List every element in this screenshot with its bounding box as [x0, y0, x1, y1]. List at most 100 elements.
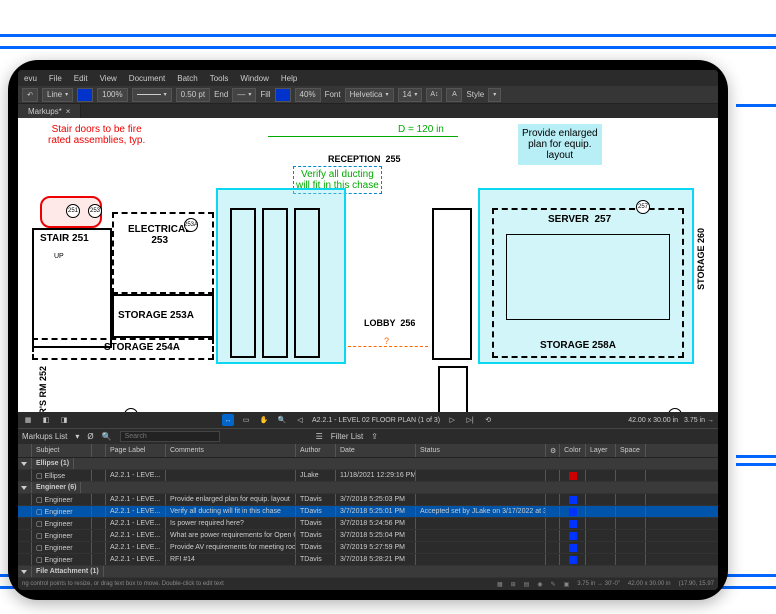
- decor-bar: [0, 34, 776, 37]
- panel-toggle-icon[interactable]: ▦: [22, 414, 34, 426]
- sb-icon[interactable]: ✎: [551, 581, 556, 588]
- col-author[interactable]: Author: [296, 444, 336, 457]
- cursor-icon[interactable]: ↔: [222, 414, 234, 426]
- dimension-line[interactable]: [268, 136, 458, 137]
- col-color[interactable]: Color: [560, 444, 586, 457]
- room-storage258a-label: STORAGE 258A: [540, 340, 616, 351]
- menu-document[interactable]: Document: [129, 74, 165, 83]
- group-row[interactable]: File Attachment (1): [18, 566, 718, 578]
- hint-text: ng control points to resize, or drag tex…: [22, 581, 224, 587]
- markup-row[interactable]: ▢ EngineerA2.2.1 - LEVE...What are power…: [18, 530, 718, 542]
- col-date[interactable]: Date: [336, 444, 416, 457]
- zoom-select[interactable]: 100%: [97, 88, 127, 102]
- zoom-icon[interactable]: 🔍: [276, 414, 288, 426]
- panel-icon-2[interactable]: ◨: [58, 414, 70, 426]
- text-color-icon[interactable]: A: [446, 88, 462, 102]
- document-tabs: Markups*×: [18, 104, 718, 118]
- col-page[interactable]: Page Label: [106, 444, 166, 457]
- decor-bar: [736, 455, 776, 458]
- tag-254a: 254A: [124, 408, 138, 412]
- menu-edit[interactable]: Edit: [74, 74, 88, 83]
- menu-help[interactable]: Help: [281, 74, 297, 83]
- markup-row[interactable]: ▢ EngineerA2.2.1 - LEVE...Provide AV req…: [18, 542, 718, 554]
- panel-icon[interactable]: ◧: [40, 414, 52, 426]
- menu-file[interactable]: File: [49, 74, 62, 83]
- question-mark: ?: [384, 336, 389, 346]
- callout-enlarged-plan[interactable]: Provide enlarged plan for equip. layout: [518, 124, 602, 165]
- sb-icon[interactable]: ▦: [497, 581, 503, 588]
- callout-stair-doors[interactable]: Stair doors to be fire rated assemblies,…: [48, 124, 145, 146]
- pan-icon[interactable]: ✋: [258, 414, 270, 426]
- sb-icon[interactable]: ⊞: [511, 581, 516, 588]
- tag-251: 251: [66, 204, 80, 218]
- menu-window[interactable]: Window: [240, 74, 268, 83]
- room-storage260-label: STORAGE 260: [696, 228, 706, 290]
- refresh-icon[interactable]: ⟲: [482, 414, 494, 426]
- color-swatch[interactable]: [77, 88, 93, 102]
- room-server-label: SERVER 257: [548, 214, 611, 225]
- markup-row[interactable]: ▢ EngineerA2.2.1 - LEVE...Provide enlarg…: [18, 494, 718, 506]
- room-stair: [32, 228, 112, 348]
- chevron-down-icon[interactable]: ▾: [75, 432, 79, 441]
- question-dimension[interactable]: [348, 346, 428, 347]
- server-racks: [506, 234, 670, 320]
- markup-row[interactable]: ▢ EngineerA2.2.1 - LEVE...Verify all duc…: [18, 506, 718, 518]
- sb-icon[interactable]: ▣: [564, 581, 570, 588]
- markup-row[interactable]: ▢ EllipseA2.2.1 - LEVE...JLake11/18/2021…: [18, 470, 718, 482]
- col-subject[interactable]: Subject: [32, 444, 92, 457]
- tag-257: 257: [636, 200, 650, 214]
- font-size[interactable]: 14▾: [398, 88, 423, 102]
- last-page-icon[interactable]: ▷|: [464, 414, 476, 426]
- style-label: Style: [466, 90, 484, 99]
- markup-row[interactable]: ▢ EngineerA2.2.1 - LEVE...Is power requi…: [18, 518, 718, 530]
- group-row[interactable]: Ellipse (1): [18, 458, 718, 470]
- room-reception-label: RECEPTION 255: [328, 154, 401, 164]
- dimension-text[interactable]: D = 120 in: [398, 124, 444, 135]
- export-icon[interactable]: ⇪: [371, 432, 378, 441]
- fill-swatch[interactable]: [275, 88, 291, 102]
- sb-icon[interactable]: ◉: [537, 581, 542, 588]
- group-row[interactable]: Engineer (6): [18, 482, 718, 494]
- tablet-frame: evu File Edit View Document Batch Tools Window H…: [8, 60, 728, 600]
- size-display: 42.00 x 30.00 in: [628, 581, 671, 587]
- tab-markups[interactable]: Markups*×: [18, 104, 81, 118]
- markup-row[interactable]: ▢ EngineerA2.2.1 - LEVE...RFI #14TDavis3…: [18, 554, 718, 566]
- sb-icon[interactable]: ▤: [524, 581, 530, 588]
- next-page-icon[interactable]: ▷: [446, 414, 458, 426]
- stroke-style[interactable]: ▾: [132, 88, 172, 102]
- prev-page-icon[interactable]: ◁: [294, 414, 306, 426]
- line-select[interactable]: Line▾: [42, 88, 73, 102]
- document-toolbar: ▦ ◧ ◨ ↔ ▭ ✋ 🔍 ◁ A2.2.1 - LEVEL 02 FLOOR …: [18, 412, 718, 428]
- opacity[interactable]: 40%: [295, 88, 321, 102]
- duct-right-2: [438, 366, 468, 412]
- col-layer[interactable]: Layer: [586, 444, 616, 457]
- strikethrough-icon[interactable]: Ø: [87, 432, 93, 441]
- font-family[interactable]: Helvetica▾: [345, 88, 394, 102]
- col-comments[interactable]: Comments: [166, 444, 296, 457]
- page-measure: 3.75 in →: [684, 417, 714, 424]
- filter-button[interactable]: Filter List: [331, 432, 363, 441]
- stroke-width[interactable]: 0.50 pt: [176, 88, 210, 102]
- coord-display: (17.90, 15.97: [679, 581, 714, 587]
- room-rs-rm-label: R'S RM 252: [38, 366, 48, 412]
- duct-3: [294, 208, 320, 358]
- search-input[interactable]: [120, 431, 220, 442]
- markups-title: Markups List: [22, 432, 67, 441]
- menu-batch[interactable]: Batch: [177, 74, 197, 83]
- menu-evu[interactable]: evu: [24, 74, 37, 83]
- undo-icon[interactable]: ↶: [22, 88, 38, 102]
- font-label: Font: [325, 90, 341, 99]
- close-icon[interactable]: ×: [66, 107, 71, 116]
- decor-bar: [736, 104, 776, 107]
- drawing-canvas[interactable]: D = 120 in RECEPTION 255 Stair doors to …: [18, 118, 718, 412]
- room-storage253a-label: STORAGE 253A: [118, 310, 194, 321]
- col-space[interactable]: Space: [616, 444, 646, 457]
- end-cap[interactable]: —▾: [232, 88, 256, 102]
- menu-tools[interactable]: Tools: [210, 74, 229, 83]
- style-select[interactable]: ▾: [488, 88, 501, 102]
- col-status[interactable]: Status: [416, 444, 546, 457]
- menu-view[interactable]: View: [100, 74, 117, 83]
- text-align-icon[interactable]: A↕: [426, 88, 442, 102]
- page-size: 42.00 x 30.00 in: [628, 417, 678, 424]
- select-icon[interactable]: ▭: [240, 414, 252, 426]
